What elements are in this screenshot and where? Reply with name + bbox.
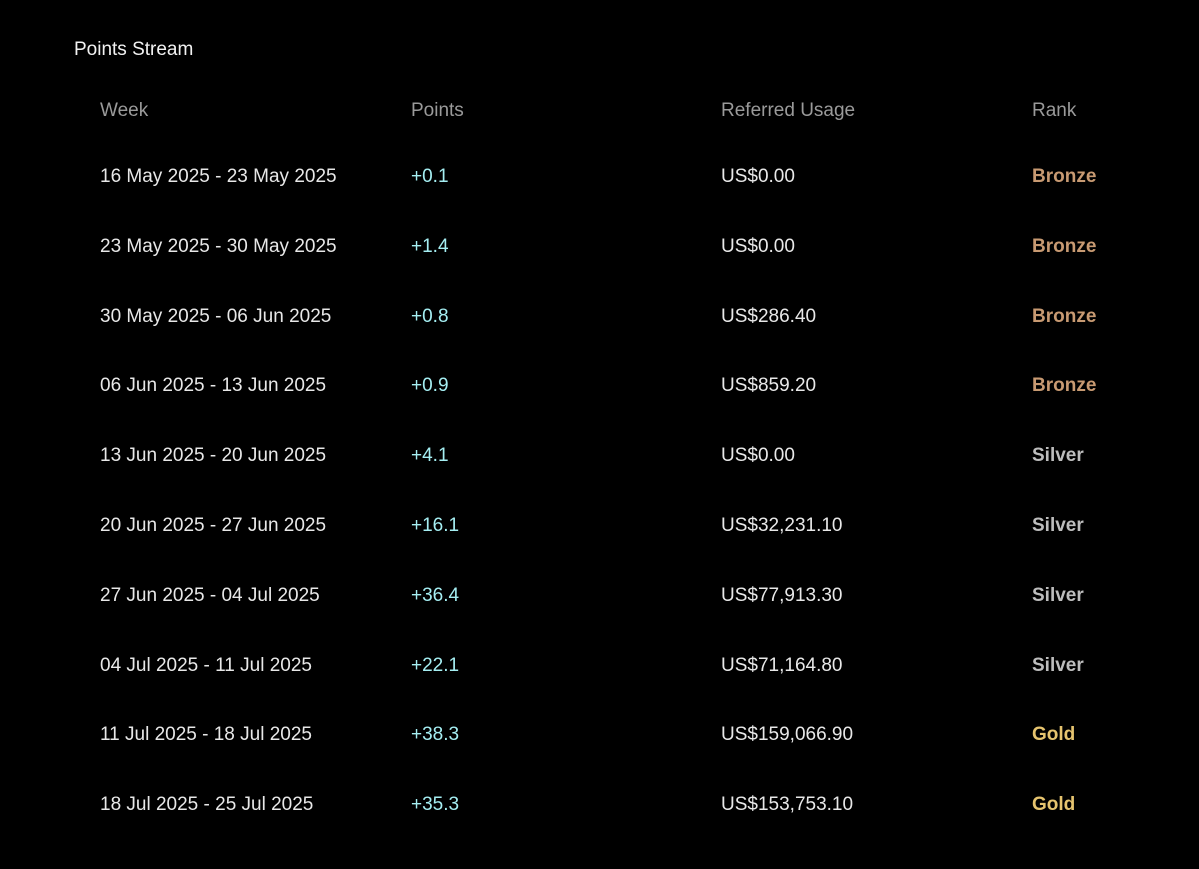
rank-cell: Bronze [1032, 305, 1097, 327]
table-row: 13 Jun 2025 - 20 Jun 2025 +4.1 US$0.00 S… [100, 421, 1160, 491]
rank-cell: Gold [1032, 794, 1076, 816]
referred-usage-cell: US$71,164.80 [721, 654, 843, 676]
referred-usage-cell: US$159,066.90 [721, 724, 854, 746]
points-cell: +0.1 [411, 166, 449, 187]
points-cell: +38.3 [411, 724, 460, 746]
referred-usage-cell: US$77,913.30 [721, 584, 843, 606]
rank-cell: Silver [1032, 584, 1084, 606]
week-cell: 11 Jul 2025 - 18 Jul 2025 [100, 724, 312, 746]
rank-cell: Bronze [1032, 166, 1097, 187]
referred-usage-cell: US$0.00 [721, 166, 795, 187]
table-row: 16 May 2025 - 23 May 2025 +0.1 US$0.00 B… [100, 142, 1160, 212]
table-header: Week Points Referred Usage Rank [100, 97, 1160, 125]
referred-usage-cell: US$859.20 [721, 375, 817, 397]
points-cell: +35.3 [411, 794, 460, 816]
week-cell: 18 Jul 2025 - 25 Jul 2025 [100, 794, 314, 816]
table-body: 16 May 2025 - 23 May 2025 +0.1 US$0.00 B… [100, 142, 1160, 840]
points-cell: +1.4 [411, 235, 449, 257]
points-cell: +0.9 [411, 375, 449, 397]
points-cell: +0.8 [411, 305, 449, 327]
week-cell: 23 May 2025 - 30 May 2025 [100, 235, 337, 257]
referred-usage-cell: US$153,753.10 [721, 794, 854, 816]
column-header-referred-usage: Referred Usage [721, 100, 856, 121]
rank-cell: Bronze [1032, 375, 1097, 397]
referred-usage-cell: US$0.00 [721, 235, 795, 257]
table-row: 23 May 2025 - 30 May 2025 +1.4 US$0.00 B… [100, 212, 1160, 282]
referred-usage-cell: US$286.40 [721, 305, 817, 327]
table-row: 06 Jun 2025 - 13 Jun 2025 +0.9 US$859.20… [100, 351, 1160, 421]
referred-usage-cell: US$0.00 [721, 445, 795, 467]
week-cell: 16 May 2025 - 23 May 2025 [100, 166, 337, 187]
column-header-week: Week [100, 100, 149, 121]
table-row: 11 Jul 2025 - 18 Jul 2025 +38.3 US$159,0… [100, 700, 1160, 770]
rank-cell: Gold [1032, 724, 1076, 746]
table-row: 20 Jun 2025 - 27 Jun 2025 +16.1 US$32,23… [100, 491, 1160, 561]
table-row: 18 Jul 2025 - 25 Jul 2025 +35.3 US$153,7… [100, 770, 1160, 840]
week-cell: 30 May 2025 - 06 Jun 2025 [100, 305, 332, 327]
rank-cell: Silver [1032, 654, 1084, 676]
rank-cell: Silver [1032, 514, 1084, 536]
table-row: 30 May 2025 - 06 Jun 2025 +0.8 US$286.40… [100, 282, 1160, 352]
points-cell: +4.1 [411, 445, 449, 467]
rank-cell: Bronze [1032, 235, 1097, 257]
referred-usage-cell: US$32,231.10 [721, 514, 843, 536]
table-row: 27 Jun 2025 - 04 Jul 2025 +36.4 US$77,91… [100, 561, 1160, 631]
rank-cell: Silver [1032, 445, 1084, 467]
week-cell: 20 Jun 2025 - 27 Jun 2025 [100, 514, 327, 536]
points-cell: +36.4 [411, 584, 460, 606]
column-header-points: Points [411, 100, 464, 121]
points-cell: +22.1 [411, 654, 460, 676]
column-header-rank: Rank [1032, 100, 1077, 121]
points-cell: +16.1 [411, 514, 460, 536]
week-cell: 13 Jun 2025 - 20 Jun 2025 [100, 445, 327, 467]
week-cell: 27 Jun 2025 - 04 Jul 2025 [100, 584, 320, 606]
week-cell: 04 Jul 2025 - 11 Jul 2025 [100, 654, 312, 676]
week-cell: 06 Jun 2025 - 13 Jun 2025 [100, 375, 327, 397]
table-row: 04 Jul 2025 - 11 Jul 2025 +22.1 US$71,16… [100, 631, 1160, 701]
panel-title: Points Stream [74, 39, 194, 60]
